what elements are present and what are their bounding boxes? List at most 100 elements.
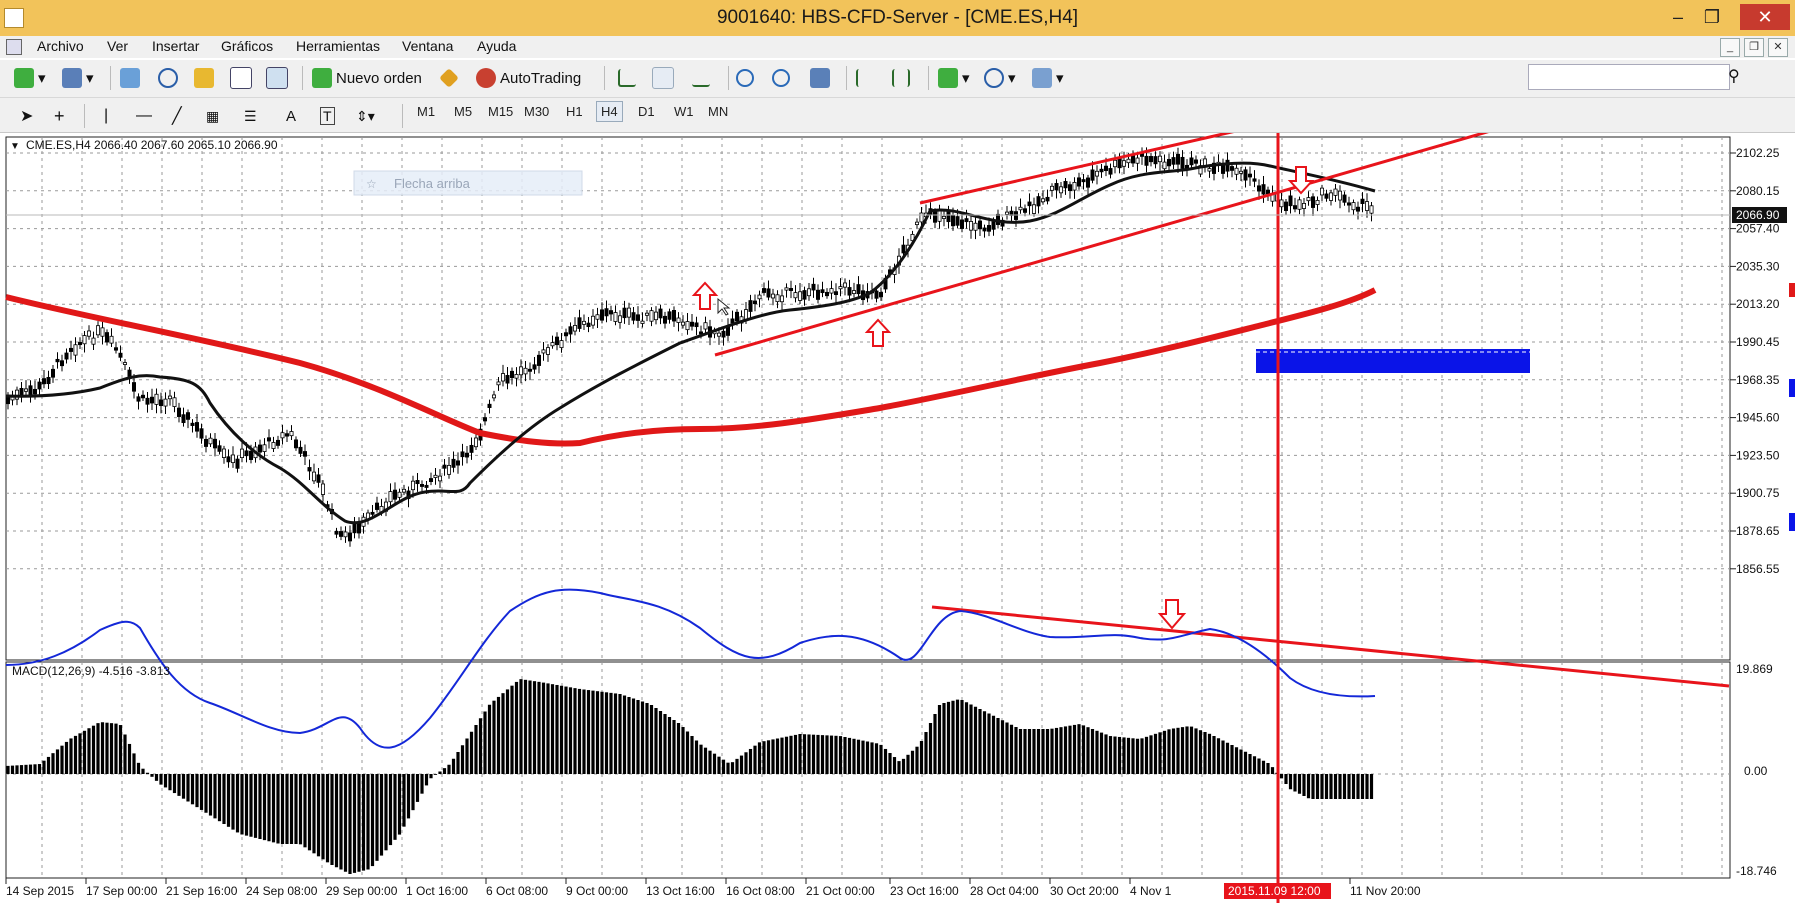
line-chart-button[interactable] [692,66,710,90]
search-input[interactable] [1528,64,1730,90]
candle-body [446,465,451,475]
crosshair-tool[interactable]: + [54,104,65,128]
menu-insertar[interactable]: Insertar [152,38,199,54]
time-tick-label: 11 Nov 20:00 [1350,884,1421,898]
maximize-button[interactable]: ❐ [1694,4,1730,30]
navigator-button[interactable] [194,66,214,90]
text-tool[interactable]: A [286,104,296,128]
price-tick-label: 2035.30 [1736,259,1780,273]
profiles-button[interactable]: ▾ [62,66,94,90]
horizontal-line-tool[interactable]: — [136,104,152,128]
macd-histogram-bar [217,774,222,822]
chart-window[interactable]: ☆ Flecha arriba ▼ CME.ES,H4 2066.40 2067… [0,117,1795,903]
market-watch-icon [120,68,140,88]
macd-histogram-bar [276,774,280,844]
trendline-tool[interactable]: ╱ [172,104,182,128]
search-button[interactable]: ⚲ [1728,64,1740,88]
zoom-in-button[interactable] [736,66,754,90]
arrows-tool[interactable]: ⇕▾ [356,104,375,128]
menu-ventana[interactable]: Ventana [402,38,453,54]
macd-histogram-bar [1099,732,1104,774]
data-window-button[interactable] [158,66,178,90]
candle-body [1059,186,1064,194]
templates-button[interactable]: ▾ [1032,66,1064,90]
timeframe-w1[interactable]: W1 [674,104,694,119]
macd-histogram-bar [1144,736,1149,774]
menu-graficos[interactable]: Gráficos [221,38,273,54]
price-tick-label: 1968.35 [1736,373,1780,387]
cursor-tool[interactable]: ➤ [20,104,33,128]
macd-histogram-bar [1095,730,1099,774]
market-watch-button[interactable] [120,66,140,90]
candle-body [145,397,150,405]
candle-body [185,412,190,420]
child-minimize-button[interactable]: _ [1720,38,1740,57]
bar-chart-button[interactable] [618,66,636,90]
price-tick-label: 2013.20 [1736,297,1780,311]
indicators-icon [938,68,958,88]
candle-body [604,308,609,317]
terminal-button[interactable] [230,66,252,90]
candle-body [1365,201,1370,211]
candle-body [442,464,447,469]
autoscroll-button[interactable] [856,66,874,90]
strategy-tester-button[interactable] [266,66,288,90]
candle-body [919,212,924,223]
candle-body [190,422,195,426]
timeframe-h4[interactable]: H4 [596,101,623,122]
new-chart-button[interactable]: ▾ [14,66,46,90]
candle-body [681,321,686,326]
macd-histogram-bar [73,735,78,774]
macd-histogram-bar [150,774,154,777]
zoom-out-button[interactable] [772,66,790,90]
macd-histogram-bar [766,740,771,774]
macd-histogram-bar [910,750,915,774]
macd-histogram-bar [600,691,604,774]
minimize-button[interactable]: – [1660,4,1696,30]
metaeditor-button[interactable] [439,66,459,90]
candle-body [793,292,798,299]
macd-histogram-bar [267,774,271,842]
text-label-tool[interactable]: T [320,104,335,128]
chart-shift-button[interactable] [892,66,910,90]
candle-body [1068,184,1073,191]
candle-body [1131,155,1136,164]
autotrading-button[interactable]: AutoTrading [476,66,581,90]
menu-ver[interactable]: Ver [107,38,128,54]
timeframe-m15[interactable]: M15 [488,104,513,119]
timeframe-m30[interactable]: M30 [524,104,549,119]
equidistant-channel-tool[interactable]: ▦ [206,104,219,128]
timeframe-m5[interactable]: M5 [454,104,472,119]
macd-histogram-bar [1077,724,1081,774]
timeframe-mn[interactable]: MN [708,104,728,119]
support-zone-rectangle[interactable] [1256,349,1530,373]
vertical-line-tool[interactable]: | [104,104,108,128]
candle-body [464,452,469,458]
timeframe-d1[interactable]: D1 [638,104,655,119]
price-chart[interactable]: ☆ Flecha arriba ▼ CME.ES,H4 2066.40 2067… [0,117,1795,903]
menu-ayuda[interactable]: Ayuda [477,38,516,54]
macd-histogram-bar [1279,774,1284,779]
document-icon[interactable] [6,39,22,55]
macd-histogram-bar [937,705,942,774]
menu-herramientas[interactable]: Herramientas [296,38,380,54]
child-restore-button[interactable]: ❐ [1744,38,1764,57]
candle-body [473,437,478,448]
time-tick-label: 28 Oct 04:00 [970,884,1039,898]
close-button[interactable]: ✕ [1740,4,1790,30]
candle-chart-button[interactable] [652,66,674,90]
new-order-button[interactable]: Nuevo orden [312,66,422,90]
macd-histogram-bar [1027,729,1032,774]
timeframe-m1[interactable]: M1 [417,104,435,119]
candle-body [631,312,636,321]
timeframe-h1[interactable]: H1 [566,104,583,119]
candlestick-icon [652,67,674,89]
fibonacci-tool[interactable]: ☰ [244,104,257,128]
periods-button[interactable]: ▾ [984,66,1016,90]
macd-histogram-bar [6,765,10,774]
menu-archivo[interactable]: Archivo [37,38,84,54]
tile-windows-button[interactable] [810,66,830,90]
macd-histogram-bar [991,715,996,774]
indicators-button[interactable]: ▾ [938,66,970,90]
child-close-button[interactable]: ✕ [1768,38,1788,57]
